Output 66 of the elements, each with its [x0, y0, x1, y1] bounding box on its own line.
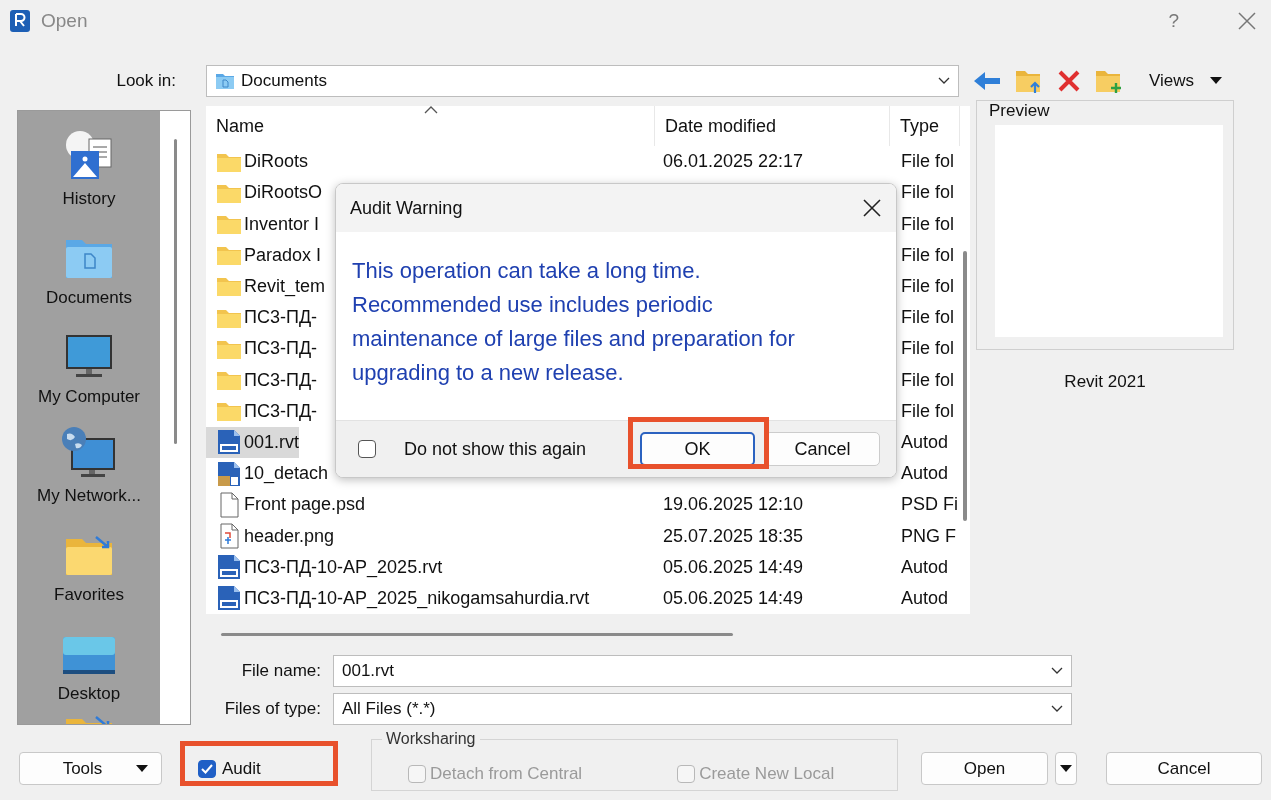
file-item[interactable]: Front page.psd — [206, 489, 366, 521]
sidebar-item[interactable]: Favorites — [54, 585, 124, 605]
group-label: Worksharing — [382, 730, 480, 748]
date-cell: 05.06.2025 14:49 — [663, 556, 804, 577]
sidebar-item[interactable]: Desktop — [57, 684, 121, 704]
file-item[interactable]: header.png — [206, 520, 335, 552]
file-item[interactable]: ПС3-ПД- — [206, 302, 318, 334]
column-header[interactable]: Type — [890, 106, 960, 146]
file-item[interactable]: ПС3-ПД-10-АР_2025.rvt — [206, 551, 443, 583]
type-cell: File fol — [901, 275, 954, 296]
window-title: Open — [41, 10, 89, 32]
file-item[interactable]: Paradox I — [206, 239, 322, 271]
look-in-dropdown[interactable]: Documents — [206, 65, 959, 97]
file-item[interactable]: ПС3-ПД- — [206, 395, 318, 427]
warning-message: This operation can take a long time. Recommended use includes periodic maintenance of large files and preparation for upgrading to a new release. — [352, 257, 796, 387]
type-cell: Autod — [901, 587, 949, 608]
type-cell: File fol — [901, 307, 954, 328]
field-label: Look in: — [115, 71, 176, 91]
sidebar-item[interactable]: My Network... — [37, 486, 141, 506]
cancel-button[interactable]: Cancel — [1106, 752, 1262, 785]
type-cell: File fol — [901, 151, 954, 172]
column-header[interactable]: Date modified — [655, 106, 890, 146]
checkbox-label: Detach from Central — [430, 764, 583, 784]
field-label: File name: — [240, 660, 321, 681]
date-cell: 25.07.2025 18:35 — [663, 525, 804, 546]
type-cell: PSD Fi — [901, 494, 958, 515]
file-type-dropdown[interactable]: All Files (*.*) — [333, 693, 1072, 725]
column-header[interactable]: Name — [206, 106, 655, 146]
date-cell: 06.01.2025 22:17 — [663, 151, 804, 172]
tools-button[interactable]: Tools — [19, 752, 162, 785]
help-button[interactable]: ? — [1168, 10, 1179, 32]
sidebar-item[interactable]: History — [62, 189, 116, 209]
preview-caption: Revit 2021 — [1064, 372, 1146, 392]
date-cell: 19.06.2025 12:10 — [663, 494, 804, 515]
file-item[interactable]: Inventor I — [206, 208, 320, 240]
ok-button[interactable]: OK — [640, 432, 755, 466]
type-cell: File fol — [901, 400, 954, 421]
type-cell: Autod — [901, 556, 949, 577]
file-name-field[interactable]: 001.rvt — [333, 654, 1072, 687]
dialog-title: Audit Warning — [350, 197, 463, 219]
file-item[interactable]: 001.rvt — [206, 426, 300, 458]
sidebar-item[interactable]: My Computer — [38, 387, 140, 407]
sidebar-item[interactable]: Documents — [46, 288, 132, 308]
checkbox-label: Audit — [222, 758, 261, 779]
open-button[interactable]: Open — [921, 752, 1048, 785]
file-item[interactable]: ПС3-ПД- — [206, 333, 318, 365]
field-label: Files of type: — [223, 699, 321, 719]
type-cell: Autod — [901, 463, 949, 484]
type-cell: PNG F — [901, 525, 956, 546]
file-item[interactable]: DiRoots — [206, 146, 309, 178]
type-cell: File fol — [901, 182, 954, 203]
checkbox-label: Create New Local — [699, 764, 835, 784]
file-item[interactable]: ПС3-ПД- — [206, 364, 318, 396]
file-item[interactable]: Revit_tem — [206, 270, 326, 302]
file-item[interactable]: 10_detach — [206, 458, 329, 490]
type-cell: File fol — [901, 338, 954, 359]
type-cell: File fol — [901, 213, 954, 234]
date-cell: 05.06.2025 14:49 — [663, 587, 804, 608]
views-button[interactable]: Views — [1142, 70, 1228, 92]
type-cell: File fol — [901, 244, 954, 265]
file-item[interactable]: DiRootsO — [206, 177, 323, 209]
preview-label: Preview — [989, 101, 1051, 121]
file-item[interactable]: ПС3-ПД-10-АР_2025_nikogamsahurdia.rvt — [206, 582, 590, 614]
type-cell: Autod — [901, 431, 949, 452]
type-cell: File fol — [901, 369, 954, 390]
checkbox-label: Do not show this again — [404, 438, 588, 460]
